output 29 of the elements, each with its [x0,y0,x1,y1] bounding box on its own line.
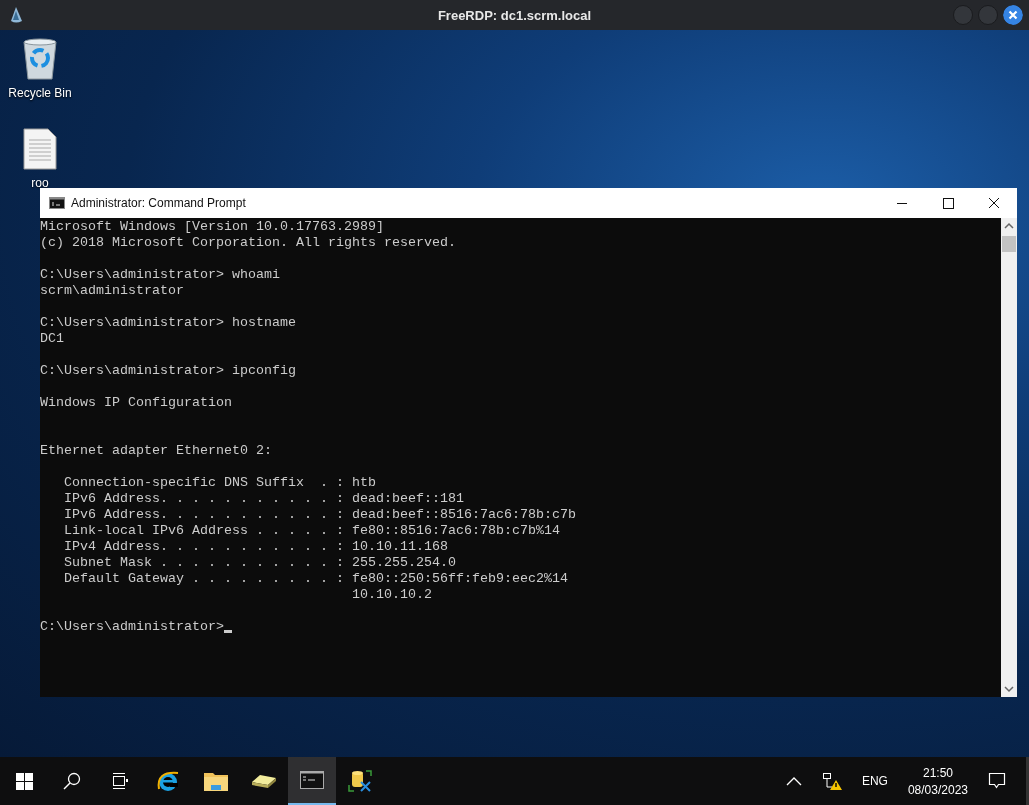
drive-icon [251,772,277,790]
recycle-bin-icon[interactable] [21,38,59,80]
console-output: Microsoft Windows [Version 10.0.17763.2989] (c) 2018 Microsoft Corporation. All rights reserved. C:\Users\administrator> whoami scrm\administrator C:\Users\administrator> hostname DC1 C:\Users\administrator> ipconfig Windows IP Configuration Ethernet adapter Ethernet0 2: Connection-specific DNS Suffix . : htb IPv6 Address. . . . . . . . . . . : dead:beef::181 IPv6 Address. . . . . . . . . . . : dead:beef::8516:7ac6:78b:c7b Link-local IPv6 Address . . . . . : fe80::8516:7ac6:78b:c7b%14 IPv4 Address. . . . . . . . . . . : 10.10.11.168 Subnet Mask . . . . . . . . . . . : 255.255.254.0 Default Gateway . . . . . . . . . : fe80::250:56ff:feb9:eec2%14 10.10.10.2 [40,219,576,603]
console-icon [300,771,324,789]
text-cursor [223,630,232,633]
windows-logo-icon [15,772,33,790]
taskbar-item[interactable] [288,757,336,805]
folder-icon [204,771,228,791]
desktop-icon-label[interactable]: roo [31,176,49,190]
language-indicator[interactable]: ENG [861,774,888,788]
desktop-icon-label[interactable]: Recycle Bin [8,86,72,100]
task-view-icon [111,772,129,790]
window-title: FreeRDP: dc1.scrm.local [437,7,592,23]
browser-e-icon [156,769,180,793]
network-warning-icon[interactable] [821,772,842,790]
database-tools-icon [348,769,372,793]
notification-icon[interactable] [988,772,1006,790]
console-title: Administrator: Command Prompt [71,196,246,210]
clock-date[interactable]: 08/03/2023 [907,782,968,797]
document-icon[interactable] [23,128,57,170]
chevron-up-icon[interactable] [785,776,802,786]
scrollbar[interactable] [1001,218,1017,697]
console-prompt: C:\Users\administrator> [40,619,224,635]
close-button[interactable] [1003,5,1023,25]
clock-time[interactable]: 21:50 [922,765,953,780]
search-icon [63,772,81,790]
console-icon [49,197,65,209]
scrollbar-thumb[interactable] [1002,236,1016,252]
shark-fin-icon [9,6,23,24]
